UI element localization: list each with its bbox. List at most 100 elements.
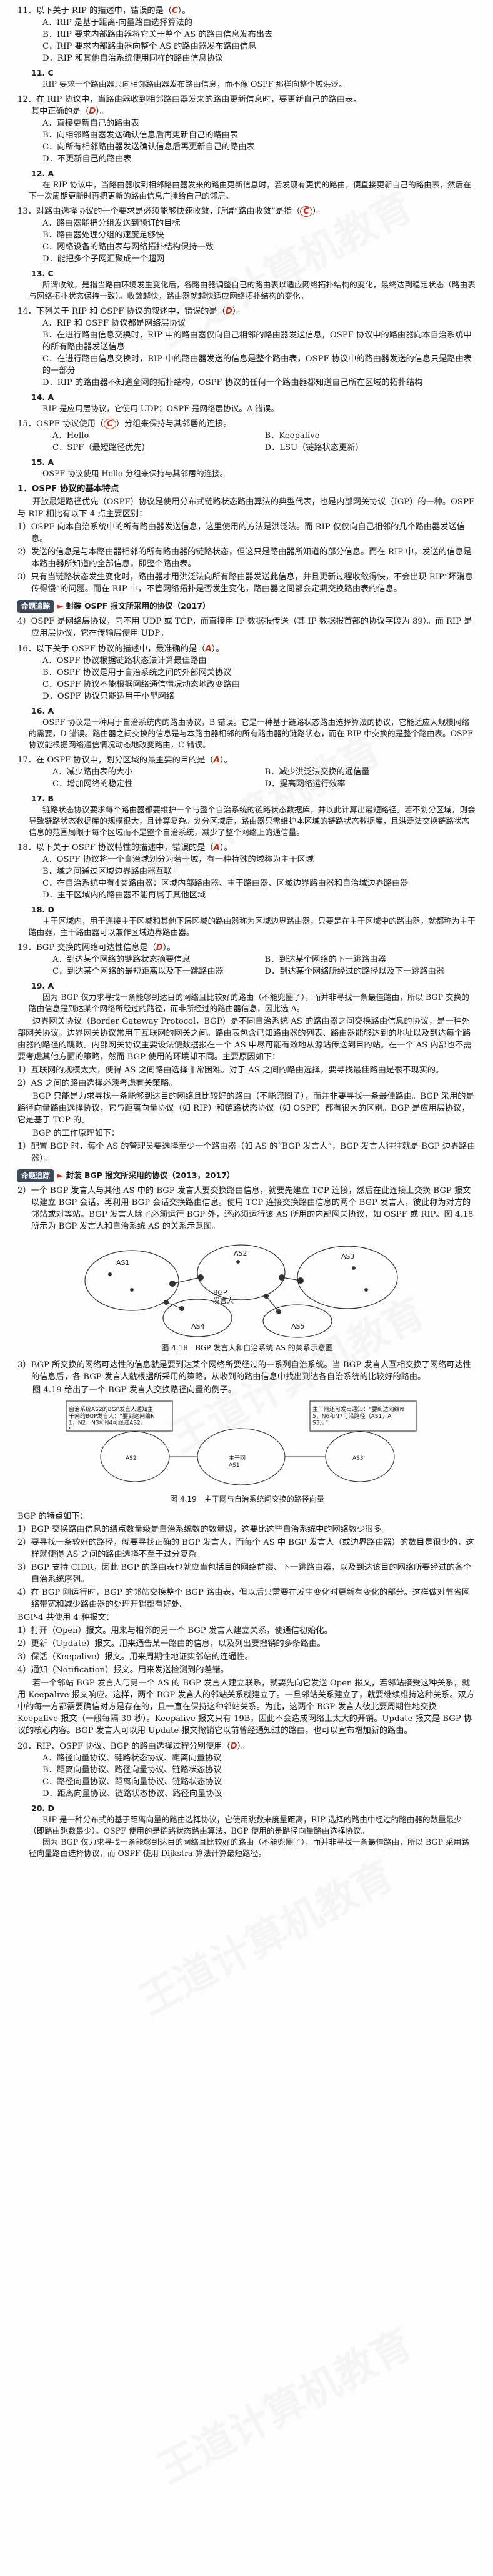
option: B．RIP 要求内部路由器将它关于整个 AS 的路由信息发布出去 <box>42 30 273 39</box>
option: C．OSPF 协议不能根据网络通信情况动态地改变路由 <box>42 680 240 689</box>
list-item: 1）互联网的规模太大，使得 AS 之间路由选择非常困难。对于 AS 之间的路由选… <box>17 1066 444 1075</box>
paragraph: BGP 只能是力求寻找一条能够到达目的网络且比较好的路由（不能兜圈子），而并非要… <box>17 1092 474 1125</box>
question-stem: 20．RIP、OSPF 协议、BGP 的路由选择过程分别使用（ <box>17 1742 231 1751</box>
option: D．主干区域内的路由器不能再属于其他区域 <box>42 891 206 900</box>
as-label: AS4 <box>191 1322 205 1330</box>
question-stem-end: ）。 <box>177 6 191 16</box>
question-18: 18．以下关于 OSPF 协议特性的描述中，错误的是（A）。 A．OSPF 协议… <box>17 842 477 901</box>
answer-number: 12. A <box>31 169 54 178</box>
question-stem-end: ）。 <box>312 207 325 216</box>
options-grid: A．减少路由表的大小 B．减少洪泛法交换的通信量 C．增加网络的稳定性 D．提高… <box>17 766 477 790</box>
section-heading: 1．OSPF 协议的基本特点 <box>17 484 119 494</box>
paragraph: BGP 的特点如下： <box>17 1512 88 1521</box>
paragraph: 图 4.19 给出了一个 BGP 发言人交换路径向量的例子。 <box>32 1385 237 1395</box>
options-grid: A．到达某个网络的链路状态摘要信息 B．到达某个网络的下一跳路由器 C．到达某个… <box>17 954 477 977</box>
option: D．RIP 和其他自治系统使用同样的路由信息协议 <box>42 54 224 63</box>
paragraph: 开放最短路径优先（OSPF）协议是使用分布式链路状态路由算法的典型代表，也是内部… <box>17 497 474 519</box>
watermark-text: 王道计算机教育 <box>151 2320 420 2494</box>
bgp-speaker-label: BGP 发言人 <box>213 1289 234 1305</box>
arrow-icon: ► <box>57 601 64 611</box>
question-15: 15．OSPF 协议使用（ C ）分组来保持与其邻居的连接。 A．Hello B．K… <box>17 418 477 454</box>
handwritten-answer: A <box>213 843 220 852</box>
question-stem: 16．以下关于 OSPF 协议的描述中，最准确的是（ <box>17 644 206 654</box>
answer-number: 20. D <box>31 1804 54 1813</box>
as-label: AS3 <box>352 1455 364 1462</box>
answer-number: 17. B <box>31 794 54 803</box>
list-item: 2）发送的信息是与本路由器相邻的所有路由器的链路状态，但这只是路由器所知道的部分… <box>17 547 472 569</box>
question-stem: 17．在 OSPF 协议中，划分区域的最主要的目的是（ <box>17 756 214 765</box>
list-item: 3）BGP 支持 CIDR，因此 BGP 的路由表也就应当包括目的网络前缀、下一… <box>17 1563 472 1584</box>
answer-text: RIP 要求一个路由器只向相邻路由器发布路由信息，而不像 OSPF 那样向整个域… <box>42 79 347 89</box>
answer-text: RIP 是应用层协议，它使用 UDP；OSPF 是网络层协议。A 错误。 <box>42 404 279 413</box>
answer-number: 18. D <box>31 905 54 914</box>
bgp-speaker-diagram: AS1 AS2 AS3 AS4 AS5 BGP 发言人 <box>84 1244 398 1338</box>
option: C．到达某个网络的最短距离以及下一跳路由器 <box>52 967 224 976</box>
option: A．Hello <box>52 431 89 441</box>
page: 王道计算机教育 王道计算机教育 王道计算机教育 王道计算机教育 王道计算机教育 … <box>0 0 493 2576</box>
list-item: 1）BGP 交换路由信息的结点数量级是自治系统数的数量级，这要比这些自治系统中的… <box>17 1525 390 1534</box>
question-stem-end: ）。 <box>96 107 109 116</box>
question-stem: 14．下列关于 RIP 和 OSPF 协议的叙述中，错误的是（ <box>17 307 226 316</box>
paragraph: BGP 的工作原理如下： <box>32 1129 120 1138</box>
question-stem-end: ）。 <box>211 644 224 654</box>
answer-number: 15. A <box>31 457 54 467</box>
option: B．向相邻路由器发送确认信息后再更新自己的路由表 <box>42 131 239 140</box>
answer-number: 11. C <box>31 68 54 77</box>
option: B．到达某个网络的下一跳路由器 <box>264 955 386 964</box>
handwritten-answer: C <box>172 6 178 16</box>
question-stem: 其中正确的是（ <box>31 107 89 116</box>
option: C．在自治系统中有4类路由器：区域内部路由器、主干路由器、区域边界路由器和自治域… <box>42 879 409 888</box>
document-body: 11．以下关于 RIP 的描述中，错误的是（C）。 A．RIP 是基于距离-向量… <box>17 4 477 1859</box>
list-item: 4）在 BGP 刚运行时，BGP 的邻站交换整个 BGP 路由表，但以后只需要在… <box>17 1588 471 1609</box>
question-17: 17．在 OSPF 协议中，划分区域的最主要的目的是（A）。 A．减少路由表的大… <box>17 754 477 790</box>
list-item: 2）要寻找一条较好的路径，就要寻找正确的 BGP 发言人，而每个 AS 中 BG… <box>17 1538 474 1559</box>
answer-number: 14. A <box>31 392 54 402</box>
answer-text: 主干区域内，用于连接主干区域和其他下层区域的路由器称为区域边界路由器，只要是在主… <box>29 916 476 937</box>
handwritten-answer: A <box>205 644 212 654</box>
exam-trace-text: 封装 OSPF 报文所采用的协议（2017） <box>66 601 211 611</box>
option: B．Keepalive <box>264 431 320 441</box>
option: D．LSU（链路状态更新） <box>264 443 364 452</box>
question-stem-end: ）。 <box>162 943 176 952</box>
question-stem: 18．以下关于 OSPF 协议特性的描述中，错误的是（ <box>17 843 214 852</box>
option: B．在进行路由信息交换时，RIP 中的路由器仅向自己相邻的路由器发送信息，OSP… <box>42 331 472 352</box>
question-stem-end: ）。 <box>232 307 245 316</box>
option: D．RIP 的路由器不知道全网的拓扑结构，OSPF 协议的任何一个路由器都知道自… <box>42 378 423 387</box>
list-item: 2）AS 之间的路由选择必须考虑有关策略。 <box>17 1079 177 1088</box>
paragraph: BGP-4 共使用 4 种报文： <box>17 1613 114 1622</box>
list-item: 3）保活（Keepalive）报文。用来周期性地证实邻站的连通性。 <box>17 1652 253 1662</box>
option: C．路径向量协议、距离向量协议、链路状态协议 <box>42 1777 222 1787</box>
option: A．路由器能把分组发送到预订的目标 <box>42 219 181 228</box>
answer-text: RIP 是一种分布式的基于距离向量的路由选择协议，它使用跳数来度量距离，RIP … <box>29 1815 462 1835</box>
exam-trace-tag: 命题追踪 <box>17 1169 54 1182</box>
option: D．OSPF 协议只能适用于小型网络 <box>42 692 174 701</box>
callout-text: 自治系统AS2的BGP发言人通知主干网的BGP发言人：“要到达网络N 1，N2，N… <box>69 1405 155 1433</box>
list-item: 4）OSPF 是网络层协议，它不用 UDP 或 TCP，而直接用 IP 数据报传… <box>17 617 472 638</box>
question-16: 16．以下关于 OSPF 协议的描述中，最准确的是（A）。 A．OSPF 协议根… <box>17 643 477 702</box>
answer-number: 16. A <box>31 706 54 716</box>
list-item: 3）只有当链路状态发生变化时，路由器才用洪泛法向所有路由器发送此信息，并且更新过… <box>17 572 474 594</box>
handwritten-answer: C <box>103 419 116 429</box>
option: C．向所有相邻路由器发送确认信息后再更新自己的路由表 <box>42 142 255 152</box>
list-item: 2）更新（Update）报文。用来通告某一路由的信息，以及列出要撤销的多条路由。 <box>17 1639 326 1649</box>
option: D．提高网络运行效率 <box>264 779 346 789</box>
option: A．RIP 和 OSPF 协议都是网络层协议 <box>42 319 186 328</box>
arrow-icon: ► <box>57 1171 64 1180</box>
handwritten-answer: D <box>230 1742 237 1751</box>
answer-text: OSPF 协议是一种用于自治系统内的路由协议，B 错误。它是一种基于链路状态路由… <box>29 717 473 749</box>
question-stem-end: ）。 <box>219 756 232 765</box>
option: B．距离向量协议、路径向量协议、链路状态协议 <box>42 1765 222 1775</box>
handwritten-answer: A <box>213 756 220 765</box>
option: B．域之间通过区域边界路由器互联 <box>42 867 172 876</box>
question-stem: 19．BGP 交换的网络可达性信息是（ <box>17 943 156 952</box>
option: D．到达某个网络所经过的路径以及下一跳路由器 <box>264 967 445 976</box>
paragraph: 若一个邻站 BGP 发言人与另一个 AS 的 BGP 发言人建立联系，就要先向它… <box>17 1679 475 1735</box>
option: D．距离向量协议、链路状态协议、路径向量协议 <box>42 1789 222 1799</box>
handwritten-answer: D <box>225 307 232 316</box>
options-grid: A．Hello B．Keepalive C．SPF（最短路径优先） D．LSU（… <box>17 430 477 454</box>
exam-trace-banner: 命题追踪 ► 封装 OSPF 报文所采用的协议（2017） <box>17 600 477 613</box>
question-14: 14．下列关于 RIP 和 OSPF 协议的叙述中，错误的是（D）。 A．RIP… <box>17 306 477 389</box>
exam-trace-tag: 命题追踪 <box>17 600 54 613</box>
answer-text: 链路状态协议要求每个路由器都要维护一个与整个自治系统的链路状态数据库，并以此计算… <box>29 805 476 837</box>
option: A．到达某个网络的链路状态摘要信息 <box>52 955 191 964</box>
